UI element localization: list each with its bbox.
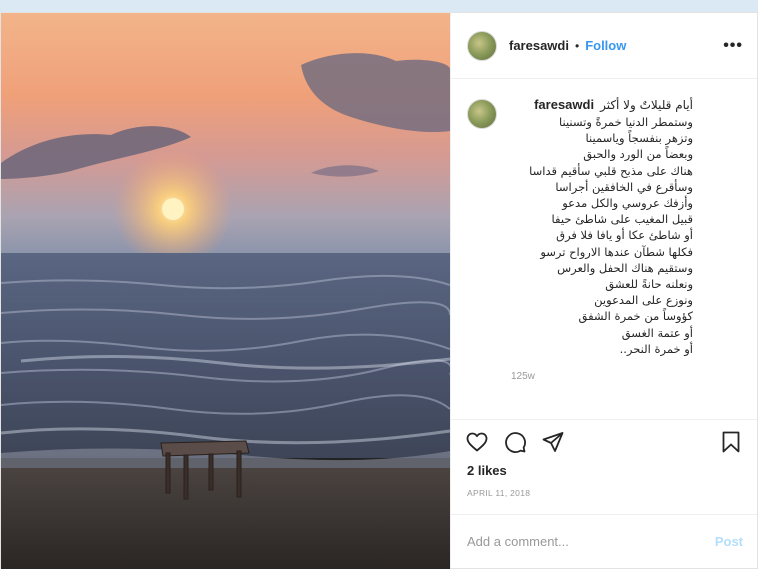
caption-line: وبعضاً من الورد والحبق <box>583 147 693 162</box>
author-avatar[interactable] <box>467 30 497 61</box>
caption-time-ago[interactable]: 125w <box>511 371 693 382</box>
caption-line: ونعلنه حانةً للعشق <box>605 277 693 292</box>
caption-line: أو عتمة الغسق <box>621 325 693 340</box>
post-header: faresawdi • Follow ••• <box>451 13 757 79</box>
caption-line: أو شاطئ عكا أو يافا فلا فرق <box>556 228 693 243</box>
add-comment-bar: Post <box>451 514 757 568</box>
caption-username[interactable]: faresawdi <box>534 97 594 112</box>
bookmark-icon[interactable] <box>719 430 743 454</box>
comment-input[interactable] <box>467 534 715 549</box>
caption-line: ونوزع على المدعوين <box>594 293 693 308</box>
post-sidebar: faresawdi • Follow ••• faresawdi أيام قل… <box>450 13 757 568</box>
sunset-beach-image <box>1 13 450 569</box>
share-icon[interactable] <box>541 430 565 454</box>
follow-button[interactable]: Follow <box>585 38 626 53</box>
caption-line: وأزفك عروسي والكل مدعو <box>562 196 693 211</box>
caption-line: كؤوساً من خمرة الشفق <box>578 309 693 324</box>
post-photo[interactable] <box>1 13 450 569</box>
comment-icon[interactable] <box>503 430 527 454</box>
comments-area: faresawdi أيام قليلاتٌ ولا أكثر وستمطر ا… <box>451 79 757 419</box>
caption-line: هناك على مذبح قلبي سأقيم قداسا <box>529 163 693 178</box>
separator-dot: • <box>574 38 580 53</box>
caption-line: فكلها شطآن عندها الارواح ترسو <box>540 244 693 259</box>
action-bar <box>451 419 757 459</box>
caption-line: وستمطر الدنيا خمرةً وتسنينا <box>558 115 693 129</box>
caption: faresawdi أيام قليلاتٌ ولا أكثر وستمطر ا… <box>497 97 741 419</box>
caption-line: أو خمرة النحر.. <box>619 341 693 356</box>
caption-line: وسأقرع في الخافقين أجراسا <box>555 179 693 194</box>
heart-icon[interactable] <box>465 430 489 454</box>
caption-text-first: أيام قليلاتٌ ولا أكثر <box>600 98 693 112</box>
more-options-icon[interactable]: ••• <box>723 37 743 54</box>
caption-avatar[interactable] <box>467 99 497 129</box>
instagram-post: faresawdi • Follow ••• faresawdi أيام قل… <box>0 12 758 569</box>
post-date: APRIL 11, 2018 <box>467 488 531 498</box>
caption-verses: وستمطر الدنيا خمرةً وتسنينا وتزهر بنفسجا… <box>511 114 693 357</box>
caption-line: وستقيم هناك الحفل والعرس <box>557 260 693 275</box>
post-comment-button[interactable]: Post <box>715 534 743 549</box>
author-username[interactable]: faresawdi <box>509 38 569 53</box>
caption-line: وتزهر بنفسجاً وياسمينا <box>585 131 693 146</box>
likes-count[interactable]: 2 likes <box>451 459 757 478</box>
caption-line: قبيل المغيب على شاطئ حيفا <box>551 212 693 227</box>
caption-first-line: faresawdi أيام قليلاتٌ ولا أكثر <box>511 97 693 112</box>
